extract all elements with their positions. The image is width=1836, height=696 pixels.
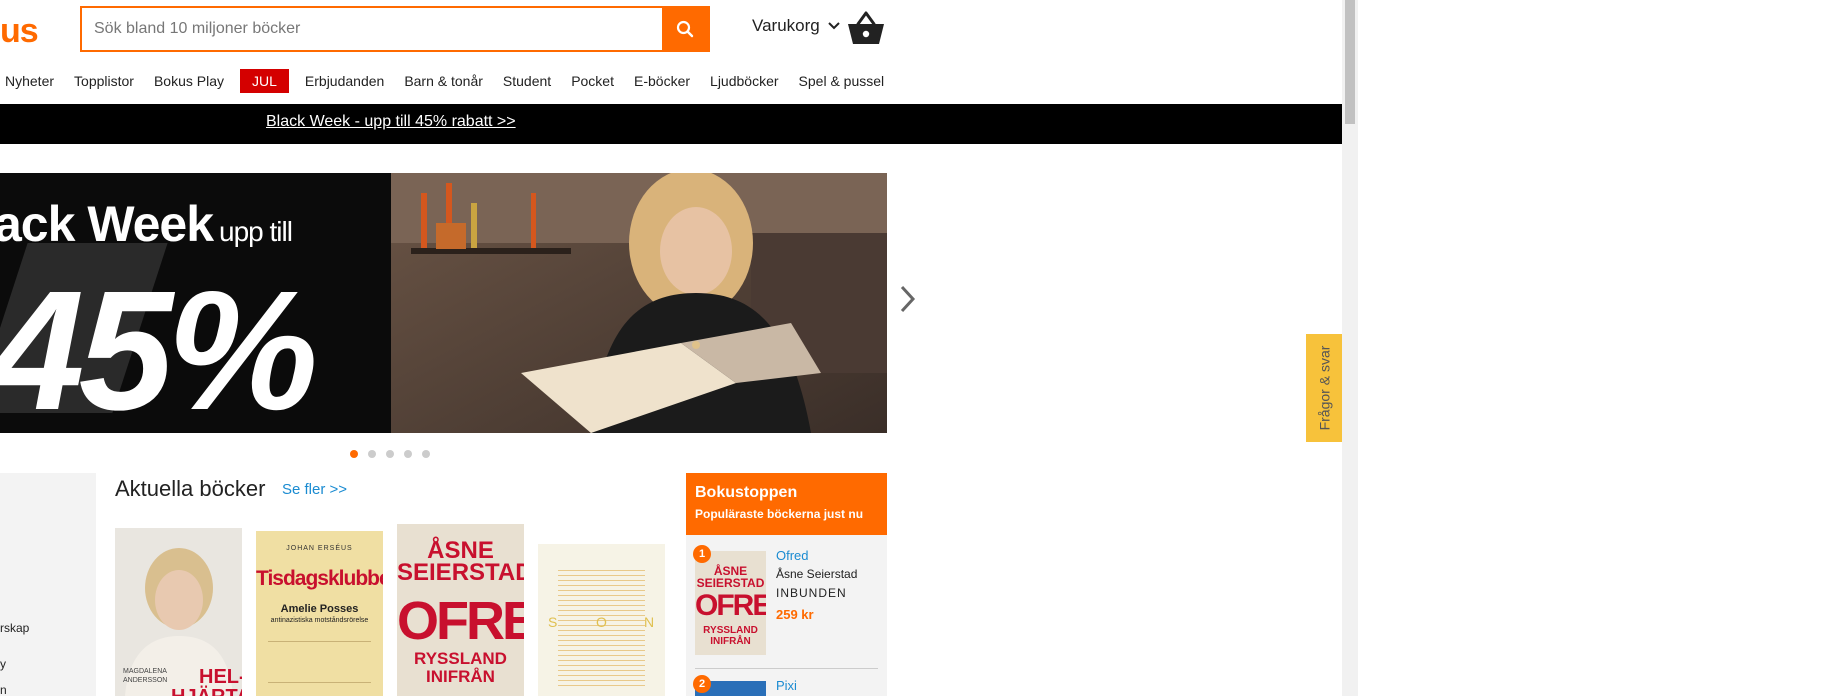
sidebar-item[interactable]: n (0, 683, 7, 696)
bokustoppen-title: Bokustoppen (695, 484, 798, 501)
topp-cover: ÅSNESEIERSTAD OFRED RYSSLANDINIFRÅN (695, 551, 766, 655)
divider (695, 668, 878, 669)
book-cover[interactable]: ÅSNESEIERSTAD OFRED RYSSLANDINIFRÅN (397, 524, 524, 696)
scrollbar-thumb[interactable] (1345, 0, 1355, 124)
nav-item-jul[interactable]: JUL (240, 69, 289, 93)
rank-badge: 1 (693, 545, 711, 563)
topp-item[interactable]: 2 Pixi (693, 675, 878, 696)
bokustoppen-header: Bokustoppen Populäraste böckerna just nu (686, 473, 887, 535)
book-subtitle: RYSSLAND INIFRÅN (414, 649, 507, 686)
bokus-logo[interactable]: us (0, 12, 39, 51)
faq-tab[interactable]: Frågor & svar (1306, 334, 1342, 442)
rank-badge: 2 (693, 675, 711, 693)
bokustoppen-subtitle: Populäraste böckerna just nu (695, 507, 864, 521)
book-title: OFRED (397, 591, 524, 651)
book-subtitle: Amelie Posses (280, 603, 359, 615)
search-button[interactable] (662, 8, 708, 50)
hero-promo-panel: ack Week upp till 45% (0, 173, 391, 433)
page-scrollbar[interactable] (1342, 0, 1358, 696)
book-cover[interactable]: S O N (538, 544, 665, 696)
chevron-down-icon (828, 22, 840, 30)
hero-headline: ack Week upp till (0, 196, 293, 252)
cart-dropdown[interactable]: Varukorg (752, 16, 840, 36)
topp-cover-subtitle: RYSSLAND INIFRÅN (703, 625, 758, 647)
carousel-next-button[interactable] (900, 285, 916, 318)
book-cover-text-block (268, 641, 371, 683)
book-cover[interactable]: JOHAN ERSÉUS Tisdagsklubben Amelie Posse… (256, 531, 383, 696)
topp-cover-title: OFRED (695, 589, 766, 622)
topp-title-link[interactable]: Ofred (776, 548, 809, 563)
nav-item-ljudbocker[interactable]: Ljudböcker (710, 73, 779, 89)
basket-icon[interactable] (846, 10, 886, 51)
hero-photo (391, 173, 887, 433)
book-letter: S (548, 614, 558, 630)
carousel-dot[interactable] (350, 450, 358, 458)
main-nav: Nyheter Topplistor Bokus Play JUL Erbjud… (0, 69, 894, 93)
faq-label: Frågor & svar (1316, 345, 1332, 431)
nav-item-spel-pussel[interactable]: Spel & pussel (799, 73, 885, 89)
nav-item-pocket[interactable]: Pocket (571, 73, 614, 89)
book-title: Tisdagsklubben (256, 567, 383, 590)
hero-percent: 45% (0, 256, 318, 433)
book-title: HJÄRTAT (171, 686, 242, 696)
book-author: JOHAN ERSÉUS (286, 545, 353, 552)
carousel-dot[interactable] (404, 450, 412, 458)
search-icon (676, 20, 694, 38)
book-subtitle: antinazistiska motståndsrörelse (270, 617, 369, 624)
carousel-dot[interactable] (386, 450, 394, 458)
nav-item-nyheter[interactable]: Nyheter (5, 73, 54, 89)
category-sidebar: rskap y n (0, 473, 96, 696)
carousel-dot[interactable] (368, 450, 376, 458)
nav-item-student[interactable]: Student (503, 73, 551, 89)
black-week-link[interactable]: Black Week - upp till 45% rabatt >> (266, 113, 516, 131)
topp-price: 259 kr (776, 607, 814, 622)
sidebar-item[interactable]: y (0, 657, 6, 671)
se-fler-link[interactable]: Se fler >> (282, 481, 347, 498)
topp-item[interactable]: ÅSNESEIERSTAD OFRED RYSSLANDINIFRÅN 1 Of… (693, 545, 878, 659)
search-input[interactable] (82, 8, 678, 50)
carousel-dot[interactable] (422, 450, 430, 458)
book-letter: O (596, 614, 607, 630)
book-author: ANDERSSON (123, 677, 168, 684)
topp-title-link[interactable]: Pixi (776, 678, 797, 693)
nav-item-bokus-play[interactable]: Bokus Play (154, 73, 224, 89)
search-bar (80, 6, 710, 52)
nav-item-topplistor[interactable]: Topplistor (74, 73, 134, 89)
aktuella-heading: Aktuella böcker (115, 476, 266, 501)
page: us Varukorg Nyheter Topplistor Bokus Pla… (0, 0, 1342, 696)
topp-format: INBUNDEN (776, 586, 847, 600)
book-author: MAGDALENA (123, 668, 167, 675)
cart-label: Varukorg (752, 16, 820, 35)
nav-item-e-bocker[interactable]: E-böcker (634, 73, 690, 89)
book-letter: N (644, 614, 655, 630)
promo-banner: Black Week - upp till 45% rabatt >> (0, 104, 1342, 144)
book-cover[interactable]: MAGDALENA ANDERSSON HEL- HJÄRTAT (115, 528, 242, 696)
sidebar-item[interactable]: rskap (0, 621, 29, 635)
book-author: ÅSNE SEIERSTAD (397, 537, 524, 586)
nav-item-barn-tonar[interactable]: Barn & tonår (404, 73, 483, 89)
chevron-right-icon (900, 285, 916, 313)
nav-item-erbjudanden[interactable]: Erbjudanden (305, 73, 384, 89)
hero-carousel[interactable]: ack Week upp till 45% (0, 173, 887, 433)
carousel-dots (350, 450, 440, 458)
topp-author: Åsne Seierstad (776, 567, 858, 581)
bokustoppen-panel: Bokustoppen Populäraste böckerna just nu… (686, 473, 887, 696)
topp-cover-author: ÅSNE SEIERSTAD (696, 564, 765, 590)
